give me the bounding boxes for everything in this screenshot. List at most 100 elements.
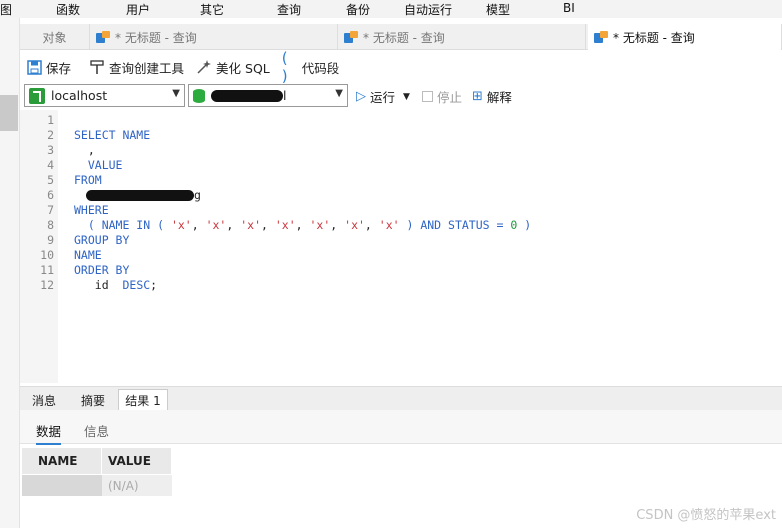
tab-summary-label: 摘要: [80, 393, 105, 408]
watermark-text: CSDN @愤怒的苹果ext: [636, 508, 776, 523]
redacted-table-name: [86, 190, 194, 201]
string-literal: 'x': [344, 218, 365, 232]
code-line: GROUP BY: [74, 233, 130, 247]
database-select[interactable]: l ▼: [188, 84, 348, 107]
line-number: 1: [47, 113, 54, 127]
run-label: 运行: [370, 90, 396, 105]
beautify-sql-label: 美化 SQL: [216, 60, 270, 76]
code-token: ,: [226, 218, 241, 232]
menu-item-other[interactable]: 其它: [200, 1, 224, 18]
parentheses-icon: ( ): [281, 49, 288, 85]
code-token: ,: [364, 218, 379, 232]
explain-icon: ⊞: [472, 89, 483, 104]
query-builder-label: 查询创建工具: [109, 60, 185, 76]
menu-item-model[interactable]: 模型: [486, 1, 510, 18]
code-token: id: [74, 278, 123, 292]
stop-label: 停止: [437, 90, 463, 105]
line-number: 7: [47, 203, 54, 217]
menu-item-bi[interactable]: BI: [563, 1, 575, 15]
magic-wand-icon: [196, 59, 212, 75]
code-snippet-button[interactable]: ( ) 代码段: [281, 49, 340, 85]
string-literal: 'x': [205, 218, 227, 232]
connection-bar: localhost ▼ l ▼ ▷ 运行 ▼ 停止 ⊞ 解释: [20, 83, 782, 109]
connection-select[interactable]: localhost ▼: [24, 84, 185, 107]
hammer-icon: [89, 59, 105, 75]
redacted-database-name: [211, 89, 283, 102]
code-token: DESC: [122, 278, 151, 292]
code-line: ( NAME IN ( 'x', 'x', 'x', 'x', 'x', 'x'…: [74, 218, 531, 232]
tab-query-label: * 无标题 - 查询: [115, 30, 197, 45]
tab-result-1[interactable]: 结果 1: [118, 389, 168, 411]
stop-icon: [422, 91, 433, 102]
explain-label: 解释: [486, 90, 512, 105]
beautify-sql-button[interactable]: 美化 SQL: [196, 58, 270, 77]
code-line: ,: [74, 143, 95, 157]
menu-bar: 图 函数 用户 其它 查询 备份 自动运行 模型 BI: [0, 0, 782, 18]
code-token: ;: [150, 278, 158, 292]
query-icon: [96, 31, 110, 43]
line-number: 5: [47, 173, 54, 187]
tab-summary[interactable]: 摘要: [70, 389, 116, 411]
code-line: g: [86, 188, 201, 202]
code-line: WHERE: [74, 203, 109, 217]
tab-result-label: 结果 1: [125, 394, 161, 408]
tab-messages[interactable]: 消息: [22, 389, 66, 411]
menu-item-functions[interactable]: 函数: [56, 1, 80, 18]
explain-button[interactable]: ⊞ 解释: [472, 87, 512, 106]
cell-value[interactable]: (N/A): [102, 475, 172, 496]
tab-query-label: * 无标题 - 查询: [613, 30, 695, 45]
code-token: ( NAME IN (: [74, 218, 171, 232]
menu-item-query[interactable]: 查询: [277, 1, 301, 18]
navigator-selection[interactable]: [0, 95, 18, 131]
query-icon: [594, 31, 608, 43]
chevron-down-icon: ▼: [335, 88, 343, 99]
string-literal: 'x': [378, 218, 400, 232]
code-token: ) AND STATUS =: [399, 218, 511, 232]
code-line: VALUE: [74, 158, 123, 172]
tab-objects[interactable]: 对象: [20, 24, 90, 50]
menu-item-view[interactable]: 图: [0, 1, 12, 18]
table-name-suffix: g: [194, 188, 201, 202]
line-number: 11: [40, 263, 54, 277]
navigator-strip: [0, 18, 20, 528]
code-snippet-label: 代码段: [301, 60, 340, 76]
tab-info[interactable]: 信息: [84, 421, 109, 440]
tab-query-2[interactable]: * 无标题 - 查询: [338, 24, 586, 50]
query-builder-button[interactable]: 查询创建工具: [89, 58, 184, 77]
string-literal: 'x': [309, 218, 331, 232]
tab-query-1[interactable]: * 无标题 - 查询: [90, 24, 338, 50]
code-line: SELECT NAME: [74, 128, 151, 142]
code-line: FROM: [74, 173, 102, 187]
tab-data[interactable]: 数据: [36, 421, 62, 445]
run-button[interactable]: ▷ 运行 ▼: [356, 87, 410, 106]
stop-button[interactable]: 停止: [422, 87, 462, 106]
sql-editor[interactable]: 1 2 SELECT NAME 3 , 4 VALUE 5 FROM 6 g 7 WH…: [20, 110, 782, 383]
query-icon: [344, 31, 358, 43]
menu-item-backup[interactable]: 备份: [346, 1, 370, 18]
code-token: ,: [330, 218, 345, 232]
code-line: id DESC;: [74, 278, 157, 292]
line-number: 3: [47, 143, 54, 157]
tab-query-label: * 无标题 - 查询: [363, 30, 445, 45]
column-header-name[interactable]: NAME: [22, 448, 102, 474]
run-dropdown-icon[interactable]: ▼: [403, 92, 410, 102]
line-number: 12: [40, 278, 54, 292]
menu-item-automation[interactable]: 自动运行: [404, 1, 452, 18]
menu-item-users[interactable]: 用户: [126, 1, 150, 18]
string-literal: 'x': [274, 218, 296, 232]
string-literal: 'x': [240, 218, 261, 232]
line-number: 10: [40, 248, 54, 262]
result-subtabs: 数据 信息: [20, 410, 782, 445]
database-icon: [193, 88, 205, 103]
line-number: 4: [47, 158, 54, 172]
line-number: 2: [47, 128, 54, 142]
save-label: 保存: [46, 60, 72, 76]
result-panel-tabs: 消息 摘要 结果 1: [20, 386, 782, 411]
tab-objects-label: 对象: [42, 30, 67, 45]
save-button[interactable]: 保存: [26, 58, 71, 77]
tab-bar: 对象 * 无标题 - 查询 * 无标题 - 查询 * 无标题 - 查询: [20, 24, 782, 50]
database-name-suffix: l: [283, 88, 287, 103]
column-header-value[interactable]: VALUE: [102, 448, 172, 474]
cell-name[interactable]: (N/A): [22, 475, 102, 496]
tab-query-3[interactable]: * 无标题 - 查询: [588, 24, 782, 50]
